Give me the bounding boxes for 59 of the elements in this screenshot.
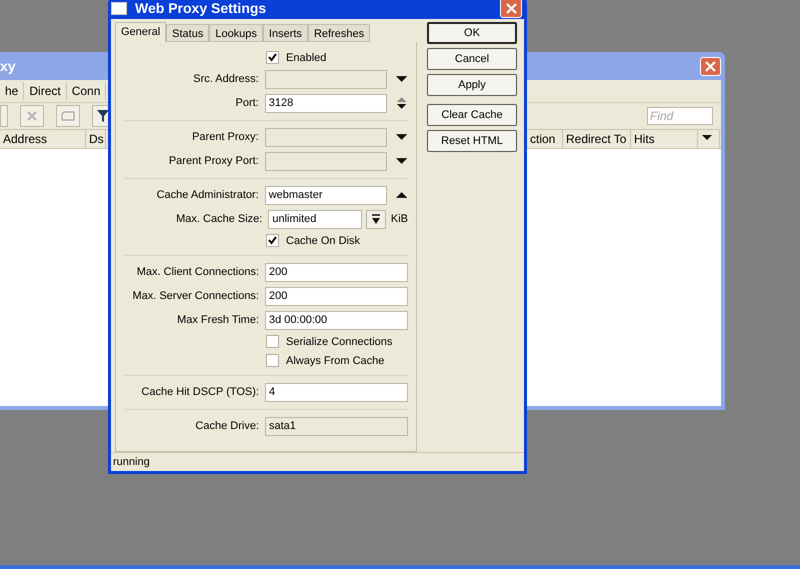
- menu-tab[interactable]: he: [0, 82, 24, 100]
- field-label: Max. Cache Size:: [175, 213, 264, 225]
- close-button[interactable]: [700, 56, 721, 76]
- field-label: Max. Server Connections:: [131, 290, 260, 302]
- field-label: Port:: [234, 97, 260, 109]
- checkbox[interactable]: [266, 335, 279, 348]
- tab[interactable]: Refreshes: [308, 24, 370, 42]
- spinner-arrows-icon[interactable]: [394, 97, 408, 109]
- field-label: Cache Drive:: [194, 420, 260, 432]
- checkbox-label: Cache On Disk: [286, 234, 360, 246]
- tab[interactable]: Lookups: [209, 24, 263, 42]
- input-field[interactable]: 200: [265, 286, 408, 306]
- close-icon: [705, 60, 716, 72]
- dialog-button[interactable]: Reset HTML: [427, 130, 517, 152]
- checkbox-label: Enabled: [286, 52, 326, 64]
- input-field[interactable]: unlimited: [268, 210, 362, 228]
- column-header[interactable]: Address: [0, 130, 86, 148]
- close-icon: [506, 2, 516, 14]
- tab[interactable]: Status: [166, 24, 210, 42]
- field-label: Parent Proxy:: [191, 131, 260, 143]
- checkbox[interactable]: [266, 234, 279, 247]
- field-label: Max. Client Connections:: [136, 266, 260, 278]
- tab[interactable]: Inserts: [262, 24, 308, 42]
- filter-icon: [96, 109, 110, 123]
- status-bar: running: [111, 452, 524, 471]
- checkbox[interactable]: [266, 51, 279, 64]
- dialog-button[interactable]: Apply: [427, 74, 517, 96]
- field-label: Cache Administrator:: [156, 189, 260, 201]
- input-field[interactable]: 3128: [264, 94, 387, 112]
- checkbox[interactable]: [266, 354, 279, 367]
- unit-label: KiB: [390, 213, 408, 225]
- expand-button[interactable]: [366, 210, 386, 228]
- input-field[interactable]: 4: [265, 382, 408, 402]
- column-header[interactable]: Hits: [631, 130, 698, 148]
- dialog-title: Web Proxy Settings: [135, 0, 268, 16]
- dialog-button[interactable]: Cancel: [427, 48, 517, 70]
- input-field[interactable]: 200: [265, 262, 408, 282]
- note-icon: [61, 111, 75, 121]
- field-label: Cache Hit DSCP (TOS):: [140, 386, 260, 398]
- menu-tab[interactable]: Conn: [66, 82, 106, 100]
- x-icon: [26, 110, 38, 122]
- checkbox-label: Always From Cache: [286, 354, 384, 366]
- checkbox-label: Serialize Connections: [286, 336, 392, 348]
- column-header[interactable]: Redirect To: [563, 130, 631, 148]
- dialog-button[interactable]: OK: [427, 22, 517, 44]
- menu-tab[interactable]: Direct: [24, 82, 67, 100]
- field-label: Src. Address:: [192, 73, 260, 85]
- column-header[interactable]: Ds: [86, 130, 106, 148]
- window-title: xy: [0, 58, 16, 74]
- field-label: Max Fresh Time:: [176, 314, 260, 326]
- dialog-button[interactable]: Clear Cache: [427, 104, 517, 126]
- close-button[interactable]: [500, 0, 522, 18]
- window-icon: [111, 2, 127, 14]
- input-field[interactable]: 3d 00:00:00: [265, 310, 408, 330]
- arrow-down-bar-icon: [371, 214, 382, 224]
- field-label: Parent Proxy Port:: [168, 155, 260, 167]
- input-field[interactable]: webmaster: [264, 186, 387, 204]
- tab[interactable]: General: [115, 22, 166, 42]
- find-field[interactable]: Find: [647, 107, 713, 125]
